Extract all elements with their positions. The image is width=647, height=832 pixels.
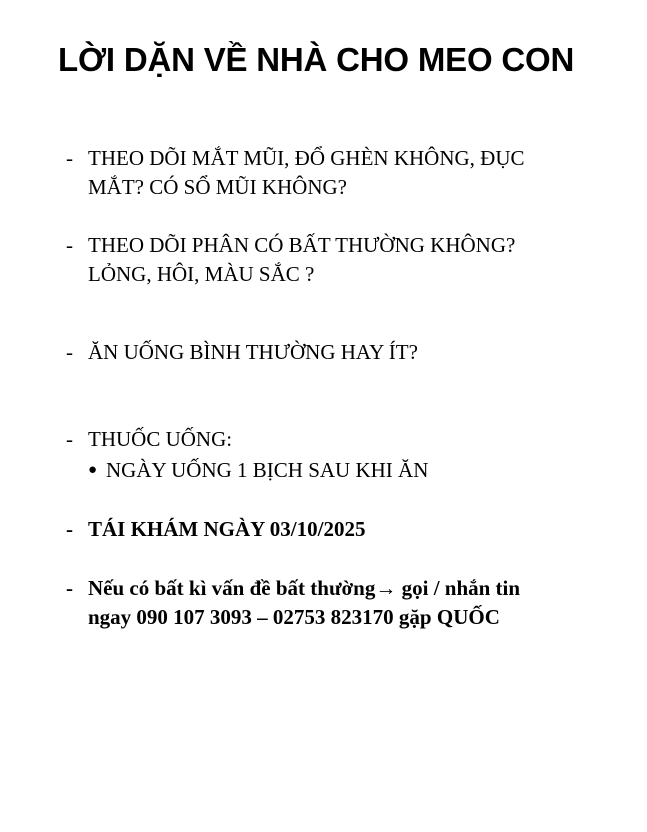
list-item-eyes-nose: - THEO DÕI MẮT MŨI, ĐỔ GHÈN KHÔNG, ĐỤC M…: [66, 144, 606, 202]
list-item-contact: - Nếu có bất kì vấn đề bất thường→ gọi /…: [66, 574, 606, 632]
list-item-text-line: MẮT? CÓ SỔ MŨI KHÔNG?: [88, 175, 347, 199]
list-item-text-line: ngay 090 107 3093 – 02753 823170 gặp QUỐ…: [88, 605, 500, 629]
list-item-text-line: THEO DÕI PHÂN CÓ BẤT THƯỜNG KHÔNG?: [88, 233, 516, 257]
document-page: LỜI DẶN VỀ NHÀ CHO MEO CON - THEO DÕI MẮ…: [0, 0, 647, 832]
dash-marker: -: [66, 146, 73, 170]
dash-marker: -: [66, 517, 73, 541]
list-item-medicine: - THUỐC UỐNG:: [66, 425, 606, 454]
page-title: LỜI DẶN VỀ NHÀ CHO MEO CON: [58, 41, 575, 78]
dash-marker: -: [66, 576, 73, 600]
dash-marker: -: [66, 340, 73, 364]
bullet-marker: ●: [88, 462, 98, 478]
sub-list-item-text: NGÀY UỐNG 1 BỊCH SAU KHI ĂN: [106, 458, 429, 482]
list-item-stool: - THEO DÕI PHÂN CÓ BẤT THƯỜNG KHÔNG? LỎN…: [66, 231, 606, 289]
list-item-text-line: LỎNG, HÔI, MÀU SẮC ?: [88, 262, 315, 286]
sub-list-item-dosage: ● NGÀY UỐNG 1 BỊCH SAU KHI ĂN: [88, 456, 588, 485]
list-item-eating: - ĂN UỐNG BÌNH THƯỜNG HAY ÍT?: [66, 338, 606, 367]
list-item-text-line: Nếu có bất kì vấn đề bất thường→ gọi / n…: [88, 576, 521, 600]
list-item-text-line: ĂN UỐNG BÌNH THƯỜNG HAY ÍT?: [88, 340, 418, 364]
dash-marker: -: [66, 233, 73, 257]
dash-marker: -: [66, 427, 73, 451]
list-item-text-line: THUỐC UỐNG:: [88, 427, 233, 451]
list-item-text-line: TÁI KHÁM NGÀY 03/10/2025: [88, 517, 366, 541]
list-item-text-line: THEO DÕI MẮT MŨI, ĐỔ GHÈN KHÔNG, ĐỤC: [88, 146, 525, 170]
list-item-recheck-date: - TÁI KHÁM NGÀY 03/10/2025: [66, 515, 606, 544]
